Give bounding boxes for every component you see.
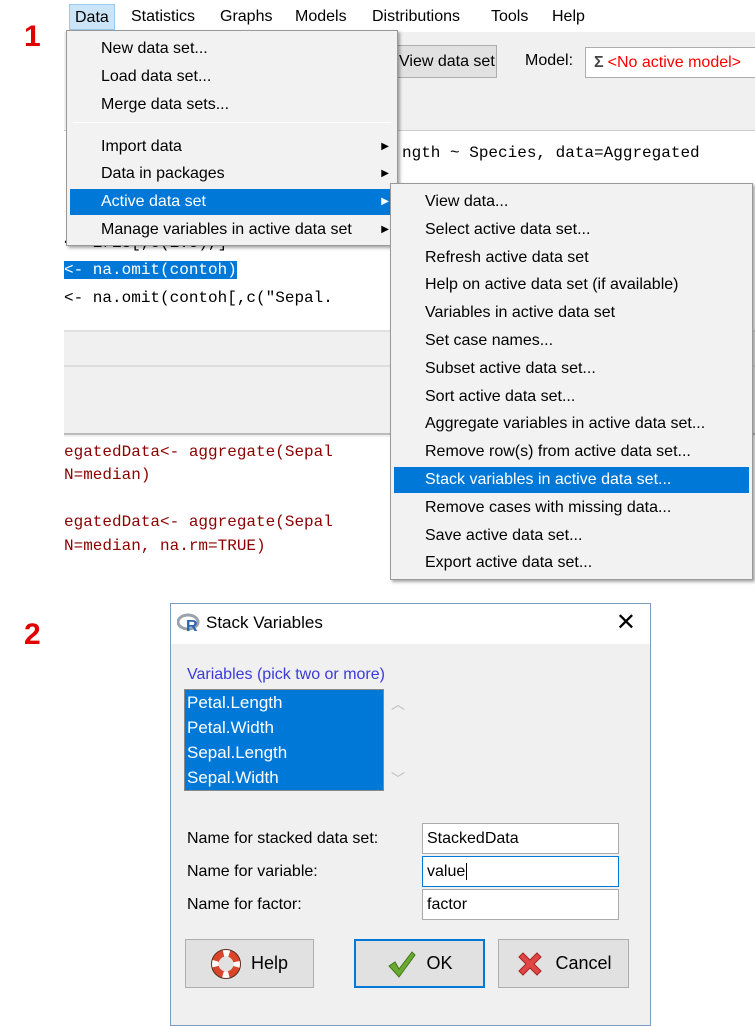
dialog-title-bar: R Stack Variables ✕ bbox=[171, 604, 650, 644]
submenu-item[interactable]: Remove row(s) from active data set... bbox=[394, 439, 749, 465]
stacked-data-set-input[interactable]: StackedData bbox=[422, 823, 619, 854]
model-selector[interactable]: Σ <No active model> bbox=[585, 47, 755, 78]
variable-name-value: value bbox=[427, 863, 466, 880]
submenu-item[interactable]: Subset active data set... bbox=[394, 356, 749, 382]
menu-item-label: Active data set bbox=[101, 193, 206, 210]
list-item[interactable]: Sepal.Width bbox=[185, 765, 383, 790]
menu-item-import-data[interactable]: Import data ▶ bbox=[70, 134, 394, 160]
submenu-arrow-icon: ▶ bbox=[381, 196, 389, 207]
output-line: egatedData<- aggregate(Sepal bbox=[64, 443, 333, 461]
model-value: <No active model> bbox=[607, 54, 742, 71]
output-line: egatedData<- aggregate(Sepal bbox=[64, 513, 333, 531]
script-line: ngth ~ Species, data=Aggregated bbox=[402, 144, 700, 162]
active-data-set-submenu: View data... Select active data set... Ref… bbox=[390, 183, 753, 580]
view-data-set-button[interactable]: View data set bbox=[395, 45, 497, 78]
submenu-item[interactable]: Select active data set... bbox=[394, 217, 749, 243]
list-item[interactable]: Sepal.Length bbox=[185, 740, 383, 765]
menu-item-load-data-set[interactable]: Load data set... bbox=[70, 64, 394, 90]
output-line: N=median, na.rm=TRUE) bbox=[64, 537, 266, 555]
menu-statistics[interactable]: Statistics bbox=[126, 4, 200, 30]
script-line: <- na.omit(contoh[,c("Sepal. bbox=[64, 289, 333, 307]
submenu-item[interactable]: Save active data set... bbox=[394, 523, 749, 549]
text-cursor bbox=[466, 863, 468, 880]
menu-item-label: Data in packages bbox=[101, 165, 225, 182]
step-label-1: 1 bbox=[24, 20, 41, 53]
submenu-item[interactable]: Help on active data set (if available) bbox=[394, 272, 749, 298]
list-item[interactable]: Petal.Length bbox=[185, 690, 383, 715]
submenu-item[interactable]: Variables in active data set bbox=[394, 300, 749, 326]
submenu-item[interactable]: Aggregate variables in active data set..… bbox=[394, 411, 749, 437]
submenu-item[interactable]: Stack variables in active data set... bbox=[394, 467, 749, 493]
submenu-item[interactable]: View data... bbox=[394, 189, 749, 215]
scroll-up-icon[interactable]: ︿ bbox=[391, 694, 405, 714]
submenu-item[interactable]: Remove cases with missing data... bbox=[394, 495, 749, 521]
svg-text:R: R bbox=[186, 618, 198, 633]
submenu-item[interactable]: Export active data set... bbox=[394, 550, 749, 576]
submenu-item[interactable]: Sort active data set... bbox=[394, 384, 749, 410]
menu-graphs[interactable]: Graphs bbox=[215, 4, 277, 30]
r-logo-icon: R bbox=[177, 613, 200, 633]
variables-listbox[interactable]: Petal.Length Petal.Width Sepal.Length Se… bbox=[184, 689, 384, 791]
submenu-item[interactable]: Refresh active data set bbox=[394, 245, 749, 271]
menu-help[interactable]: Help bbox=[547, 4, 590, 30]
red-x-icon bbox=[518, 951, 543, 976]
model-label: Model: bbox=[525, 52, 574, 69]
lifebuoy-icon bbox=[210, 948, 241, 979]
dialog-title: Stack Variables bbox=[206, 613, 323, 632]
variable-name-input[interactable]: value bbox=[422, 856, 619, 887]
menu-item-new-data-set[interactable]: New data set... bbox=[70, 36, 394, 62]
data-menu: New data set... Load data set... Merge d… bbox=[66, 30, 398, 246]
submenu-item[interactable]: Set case names... bbox=[394, 328, 749, 354]
help-button-label: Help bbox=[250, 953, 289, 973]
menu-tools[interactable]: Tools bbox=[486, 4, 533, 30]
factor-name-label: Name for factor: bbox=[187, 896, 302, 913]
variable-name-label: Name for variable: bbox=[187, 863, 318, 880]
menu-item-label: Manage variables in active data set bbox=[101, 221, 352, 238]
menu-separator bbox=[73, 122, 391, 123]
stack-variables-dialog: R Stack Variables ✕ Variables (pick two … bbox=[170, 603, 651, 1026]
menu-item-data-in-packages[interactable]: Data in packages ▶ bbox=[70, 161, 394, 187]
ok-button-label: OK bbox=[426, 953, 453, 973]
submenu-arrow-icon: ▶ bbox=[381, 168, 389, 179]
submenu-arrow-icon: ▶ bbox=[381, 141, 389, 152]
close-icon[interactable]: ✕ bbox=[616, 608, 636, 638]
list-item[interactable]: Petal.Width bbox=[185, 715, 383, 740]
submenu-arrow-icon: ▶ bbox=[381, 224, 389, 235]
scroll-down-icon[interactable]: ﹀ bbox=[391, 769, 405, 789]
ok-button[interactable]: OK bbox=[354, 939, 485, 988]
menu-distributions[interactable]: Distributions bbox=[367, 4, 465, 30]
menu-item-merge-data-sets[interactable]: Merge data sets... bbox=[70, 92, 394, 118]
menu-item-active-data-set[interactable]: Active data set ▶ bbox=[70, 189, 394, 215]
output-line: N=median) bbox=[64, 466, 151, 484]
sigma-icon: Σ bbox=[594, 54, 604, 71]
menu-data[interactable]: Data bbox=[69, 4, 115, 30]
script-line-selected: <- na.omit(contoh) bbox=[64, 261, 237, 279]
stacked-data-set-label: Name for stacked data set: bbox=[187, 830, 379, 847]
checkmark-icon bbox=[388, 950, 417, 978]
menu-bar: Data Statistics Graphs Models Distributi… bbox=[64, 0, 755, 32]
menu-models[interactable]: Models bbox=[290, 4, 352, 30]
help-button[interactable]: Help bbox=[185, 939, 314, 988]
menu-item-label: Import data bbox=[101, 138, 182, 155]
menu-item-manage-variables[interactable]: Manage variables in active data set ▶ bbox=[70, 217, 394, 243]
factor-name-input[interactable]: factor bbox=[422, 889, 619, 920]
cancel-button[interactable]: Cancel bbox=[498, 939, 629, 988]
cancel-button-label: Cancel bbox=[555, 953, 612, 973]
step-label-2: 2 bbox=[24, 618, 41, 651]
variables-label: Variables (pick two or more) bbox=[187, 666, 385, 683]
